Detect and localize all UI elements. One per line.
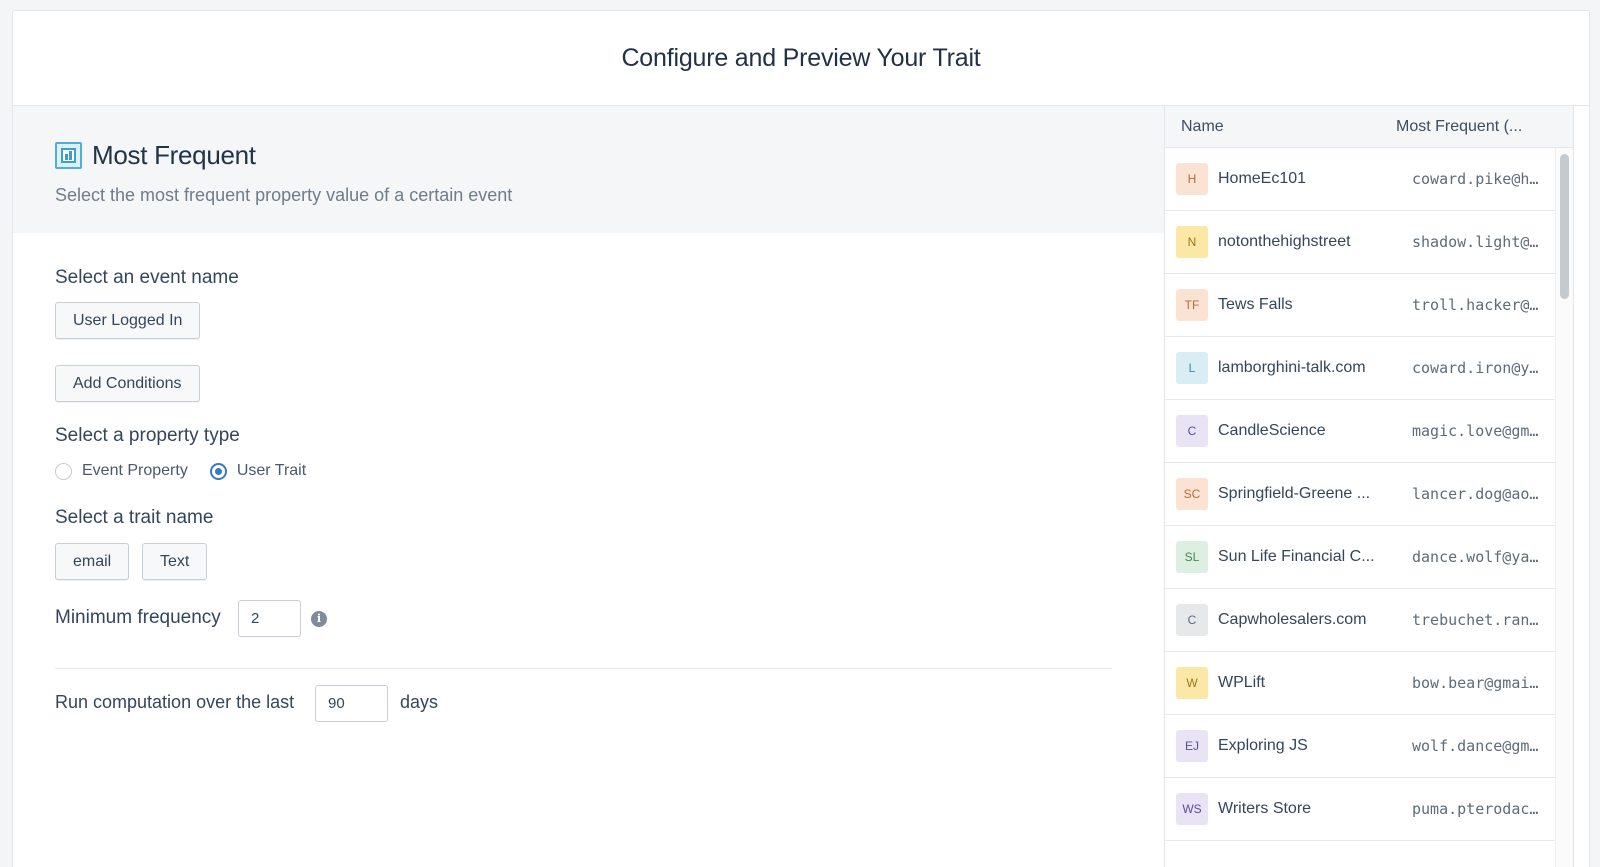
scrollbar-thumb[interactable] <box>1560 154 1569 299</box>
row-value: coward.pike@h... <box>1412 170 1547 188</box>
run-computation-prefix: Run computation over the last <box>55 692 295 712</box>
row-name: lamborghini-talk.com <box>1218 359 1366 376</box>
event-property-label[interactable]: Event Property <box>82 462 188 480</box>
table-row[interactable]: H HomeEc101 coward.pike@h... <box>1165 148 1555 211</box>
row-value: coward.iron@y... <box>1412 359 1547 377</box>
trait-name-label: Select a trait name <box>55 507 214 528</box>
avatar: TF <box>1176 289 1208 321</box>
event-name-label: Select an event name <box>55 267 239 288</box>
table-row[interactable]: C CandleScience magic.love@gm... <box>1165 400 1555 463</box>
table-row[interactable]: SL Sun Life Financial C... dance.wolf@ya..… <box>1165 526 1555 589</box>
page-title: Configure and Preview Your Trait <box>621 43 981 72</box>
row-name: Exploring JS <box>1218 737 1308 754</box>
trait-config-card: Configure and Preview Your Trait Most Fr… <box>12 10 1590 867</box>
min-frequency-label: Minimum frequency <box>55 607 221 628</box>
trait-type-title: Most Frequent <box>92 140 256 170</box>
column-header-most-frequent[interactable]: Most Frequent (... <box>1396 118 1556 136</box>
table-row[interactable]: TF Tews Falls troll.hacker@... <box>1165 274 1555 337</box>
add-conditions-button[interactable]: Add Conditions <box>55 365 200 402</box>
user-trait-label[interactable]: User Trait <box>237 462 306 480</box>
table-rows: H HomeEc101 coward.pike@h... Nnotonthehighs… <box>1165 148 1555 867</box>
user-trait-radio[interactable] <box>209 462 227 480</box>
row-value: puma.pterodac... <box>1412 800 1547 818</box>
info-icon[interactable]: i <box>311 611 327 627</box>
table-row[interactable]: EJ Exploring JS wolf.dance@gm... <box>1165 715 1555 778</box>
event-name-button[interactable]: User Logged In <box>55 302 201 339</box>
table-header: Name Most Frequent (... <box>1165 106 1573 148</box>
trait-type-description: Select the most frequent property value … <box>55 185 513 205</box>
avatar: L <box>1176 352 1208 384</box>
avatar: EJ <box>1176 730 1208 762</box>
row-value: magic.love@gm... <box>1412 422 1547 440</box>
table-row[interactable]: Llamborghini-talk.com coward.iron@y... <box>1165 337 1555 400</box>
column-header-name[interactable]: Name <box>1165 118 1396 136</box>
run-days-input[interactable]: 90 <box>315 685 388 722</box>
row-name: Springfield-Greene ... <box>1218 485 1371 502</box>
table-row[interactable]: W WPLift bow.bear@gmai... <box>1165 652 1555 715</box>
table-row[interactable]: C Capwholesalers.com trebuchet.ran... <box>1165 589 1555 652</box>
avatar: SC <box>1176 478 1208 510</box>
avatar: C <box>1176 415 1208 447</box>
property-type-label: Select a property type <box>55 425 240 446</box>
avatar: H <box>1176 163 1208 195</box>
run-computation-suffix: days <box>400 692 439 712</box>
row-name: WPLift <box>1218 674 1266 691</box>
row-name: HomeEc101 <box>1218 170 1307 187</box>
row-value: lancer.dog@ao... <box>1412 485 1547 503</box>
row-value: troll.hacker@... <box>1412 296 1547 314</box>
property-type-options: Event Property User Trait <box>55 462 306 480</box>
table-row[interactable]: WS Writers Store puma.pterodac... <box>1165 778 1555 841</box>
table-row[interactable]: Nnotonthehighstreet shadow.light@... <box>1165 211 1555 274</box>
card-header: Configure and Preview Your Trait <box>13 11 1589 106</box>
event-property-radio[interactable] <box>55 462 72 480</box>
trait-intro-title-row: Most Frequent <box>55 140 1164 171</box>
card-body: Most Frequent Select the most frequent p… <box>13 106 1589 867</box>
avatar: C <box>1176 604 1208 636</box>
config-panel: Most Frequent Select the most frequent p… <box>13 106 1164 867</box>
row-name: CandleScience <box>1218 422 1326 439</box>
row-name: Sun Life Financial C... <box>1218 548 1375 565</box>
preview-table: Name Most Frequent (... H HomeEc101 coward… <box>1164 106 1574 867</box>
most-frequent-icon <box>55 142 82 169</box>
table-row[interactable]: SC Springfield-Greene ... lancer.dog@ao... <box>1165 463 1555 526</box>
trait-type-button[interactable]: Text <box>142 543 208 580</box>
form-divider <box>55 668 1112 669</box>
row-value: bow.bear@gmai... <box>1412 674 1547 692</box>
row-value: shadow.light@... <box>1412 233 1547 251</box>
min-frequency-input[interactable]: 2 <box>238 600 301 637</box>
avatar: WS <box>1176 793 1208 825</box>
table-scrollbar[interactable] <box>1555 148 1573 867</box>
row-name: Tews Falls <box>1218 296 1293 313</box>
trait-name-button[interactable]: email <box>55 543 130 580</box>
row-name: notonthehighstreet <box>1218 233 1351 250</box>
row-name: Writers Store <box>1218 800 1312 817</box>
avatar: SL <box>1176 541 1208 573</box>
avatar: N <box>1176 226 1208 258</box>
row-value: wolf.dance@gm... <box>1412 737 1547 755</box>
row-name: Capwholesalers.com <box>1218 611 1367 628</box>
row-value: trebuchet.ran... <box>1412 611 1547 629</box>
row-value: dance.wolf@ya... <box>1412 548 1547 566</box>
trait-intro: Most Frequent Select the most frequent p… <box>13 106 1164 233</box>
avatar: W <box>1176 667 1208 699</box>
